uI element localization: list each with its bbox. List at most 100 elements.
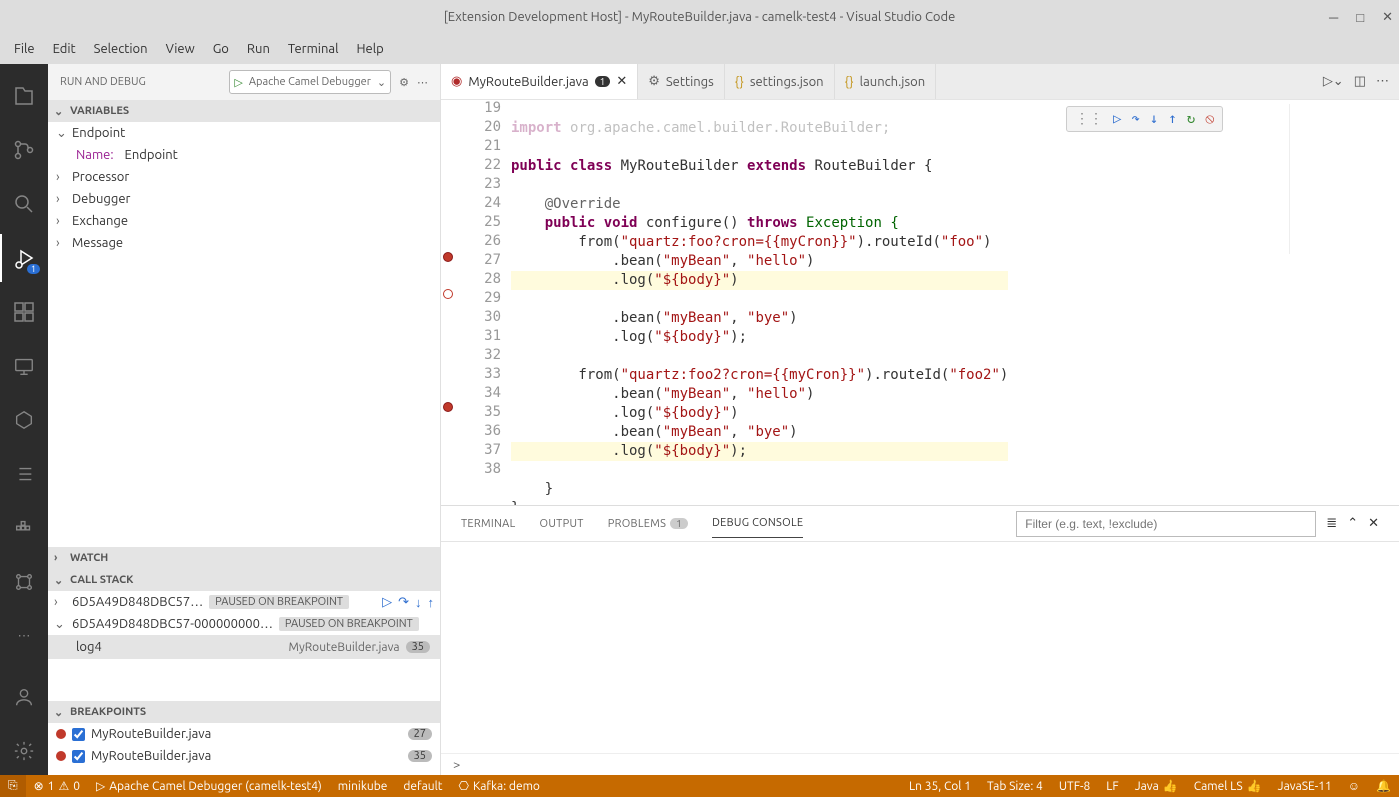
debug-toolbar[interactable]: ⋮⋮ ▷ ↷ ↓ ↑ ↻ ⦸ — [1066, 106, 1223, 132]
status-lang[interactable]: Java 👍 — [1127, 779, 1186, 793]
docker-icon[interactable] — [0, 504, 48, 552]
filter-input[interactable] — [1016, 511, 1316, 537]
debug-console-body[interactable] — [441, 542, 1399, 753]
step-into-icon[interactable]: ↓ — [1150, 111, 1158, 127]
var-endpoint-name[interactable]: Name: Endpoint — [48, 144, 440, 166]
debug-icon[interactable]: 1 — [0, 234, 48, 282]
menu-edit[interactable]: Edit — [45, 38, 84, 60]
menu-help[interactable]: Help — [348, 38, 391, 60]
status-kafka[interactable]: ⎔ Kafka: demo — [450, 779, 547, 793]
step-into-icon[interactable]: ↓ — [415, 595, 422, 610]
status-pos[interactable]: Ln 35, Col 1 — [901, 779, 979, 793]
breakpoint-unverified-glyph[interactable] — [443, 289, 453, 299]
scm-icon[interactable] — [0, 126, 48, 174]
editor: ◉MyRouteBuilder.java1✕ ⚙Settings {}setti… — [441, 64, 1399, 775]
menu-go[interactable]: Go — [205, 38, 237, 60]
run-icon[interactable]: ▷⌄ — [1323, 74, 1344, 89]
more-icon[interactable]: ⋯ — [1376, 74, 1389, 89]
step-over-icon[interactable]: ↷ — [398, 595, 409, 610]
menu-selection[interactable]: Selection — [86, 38, 156, 60]
tab-settings[interactable]: ⚙Settings — [638, 64, 725, 99]
menu-run[interactable]: Run — [239, 38, 278, 60]
debug-config-select[interactable]: ▷ Apache Camel Debugger ⌄ — [229, 70, 391, 94]
word-wrap-icon[interactable]: ≣ — [1326, 516, 1337, 531]
status-debug[interactable]: ▷ Apache Camel Debugger (camelk-test4) — [88, 779, 330, 793]
remote-icon[interactable] — [0, 342, 48, 390]
close-icon[interactable]: ✕ — [1382, 10, 1393, 25]
menu-file[interactable]: File — [6, 38, 43, 60]
debug-config-label: Apache Camel Debugger — [249, 76, 371, 88]
tab-myroutebuilder[interactable]: ◉MyRouteBuilder.java1✕ — [441, 64, 638, 99]
tab-output[interactable]: OUTPUT — [540, 510, 584, 538]
tab-debug-console[interactable]: DEBUG CONSOLE — [712, 509, 803, 538]
status-ls[interactable]: Camel LS 👍 — [1186, 779, 1270, 793]
stack-frame[interactable]: log4 MyRouteBuilder.java 35 — [48, 635, 440, 659]
breakpoint-checkbox[interactable] — [72, 750, 85, 763]
split-icon[interactable]: ◫ — [1354, 74, 1366, 89]
tab-terminal[interactable]: TERMINAL — [461, 510, 516, 538]
more-icon[interactable]: ⋯ — [417, 76, 428, 89]
step-over-icon[interactable]: ↷ — [1131, 111, 1139, 127]
status-jdk[interactable]: JavaSE-11 — [1270, 779, 1340, 793]
gear-icon[interactable]: ⚙ — [399, 76, 409, 89]
var-processor[interactable]: ›Processor — [48, 166, 440, 188]
play-icon[interactable]: ▷ — [234, 76, 242, 89]
status-feedback-icon[interactable]: ☺ — [1340, 779, 1368, 793]
more-icon[interactable]: ⋯ — [0, 612, 48, 660]
var-exchange[interactable]: ›Exchange — [48, 210, 440, 232]
tab-launchjson[interactable]: {}launch.json — [835, 64, 937, 99]
drag-icon[interactable]: ⋮⋮ — [1075, 111, 1103, 127]
status-enc[interactable]: UTF-8 — [1051, 779, 1098, 793]
breakpoint-glyph[interactable] — [443, 402, 453, 412]
var-message[interactable]: ›Message — [48, 232, 440, 254]
explorer-icon[interactable] — [0, 72, 48, 120]
titlebar: [Extension Development Host] - MyRouteBu… — [0, 0, 1399, 34]
close-icon[interactable]: ✕ — [616, 74, 627, 89]
menu-terminal[interactable]: Terminal — [280, 38, 347, 60]
maximize-icon[interactable]: □ — [1356, 10, 1364, 25]
chevron-down-icon[interactable]: ⌄ — [377, 76, 386, 89]
thread-1[interactable]: ›6D5A49D848DBC57… PAUSED ON BREAKPOINT ▷… — [48, 591, 440, 613]
breakpoint-row[interactable]: MyRouteBuilder.java 27 — [48, 723, 440, 745]
tab-problems[interactable]: PROBLEMS1 — [608, 510, 688, 538]
kubernetes-icon[interactable] — [0, 396, 48, 444]
close-icon[interactable]: ✕ — [1368, 516, 1379, 531]
code-editor[interactable]: ⋮⋮ ▷ ↷ ↓ ↑ ↻ ⦸ — [441, 100, 1399, 505]
status-bell-icon[interactable]: 🔔 — [1368, 779, 1399, 793]
disconnect-icon[interactable]: ⦸ — [1205, 111, 1214, 127]
breakpoint-row[interactable]: MyRouteBuilder.java 35 — [48, 745, 440, 767]
var-debugger[interactable]: ›Debugger — [48, 188, 440, 210]
restart-icon[interactable]: ↻ — [1187, 111, 1195, 127]
step-out-icon[interactable]: ↑ — [1168, 111, 1176, 127]
search-icon[interactable] — [0, 180, 48, 228]
variables-header[interactable]: ⌄VARIABLES — [48, 100, 440, 122]
callstack-header[interactable]: ⌄CALL STACK — [48, 569, 440, 591]
status-k8s[interactable]: minikube — [330, 780, 396, 793]
continue-icon[interactable]: ▷ — [382, 595, 392, 610]
debug-input[interactable]: > — [441, 753, 1399, 775]
json-icon: {} — [845, 75, 854, 89]
status-eol[interactable]: LF — [1098, 779, 1126, 793]
breakpoints-header[interactable]: ⌄BREAKPOINTS — [48, 701, 440, 723]
breakpoint-checkbox[interactable] — [72, 728, 85, 741]
list-icon[interactable] — [0, 450, 48, 498]
status-problems[interactable]: ⊗ 1 ⚠ 0 — [26, 779, 88, 793]
menu-view[interactable]: View — [158, 38, 203, 60]
extensions-icon[interactable] — [0, 288, 48, 336]
var-endpoint[interactable]: ⌄Endpoint — [48, 122, 440, 144]
status-tab[interactable]: Tab Size: 4 — [979, 779, 1051, 793]
continue-icon[interactable]: ▷ — [1113, 111, 1121, 127]
graph-icon[interactable] — [0, 558, 48, 606]
chevron-up-icon[interactable]: ⌃ — [1347, 516, 1358, 531]
breakpoint-glyph[interactable] — [443, 252, 453, 262]
minimize-icon[interactable]: ─ — [1329, 10, 1338, 25]
account-icon[interactable] — [0, 673, 48, 721]
settings-icon[interactable] — [0, 727, 48, 775]
remote-indicator[interactable]: ⎘ — [0, 775, 26, 797]
watch-header[interactable]: ›WATCH — [48, 547, 440, 569]
status-ctx[interactable]: default — [395, 780, 450, 793]
minimap[interactable] — [1289, 104, 1399, 254]
tab-settingsjson[interactable]: {}settings.json — [725, 64, 835, 99]
thread-2[interactable]: ⌄6D5A49D848DBC57-000000000… PAUSED ON BR… — [48, 613, 440, 635]
step-out-icon[interactable]: ↑ — [428, 595, 435, 610]
